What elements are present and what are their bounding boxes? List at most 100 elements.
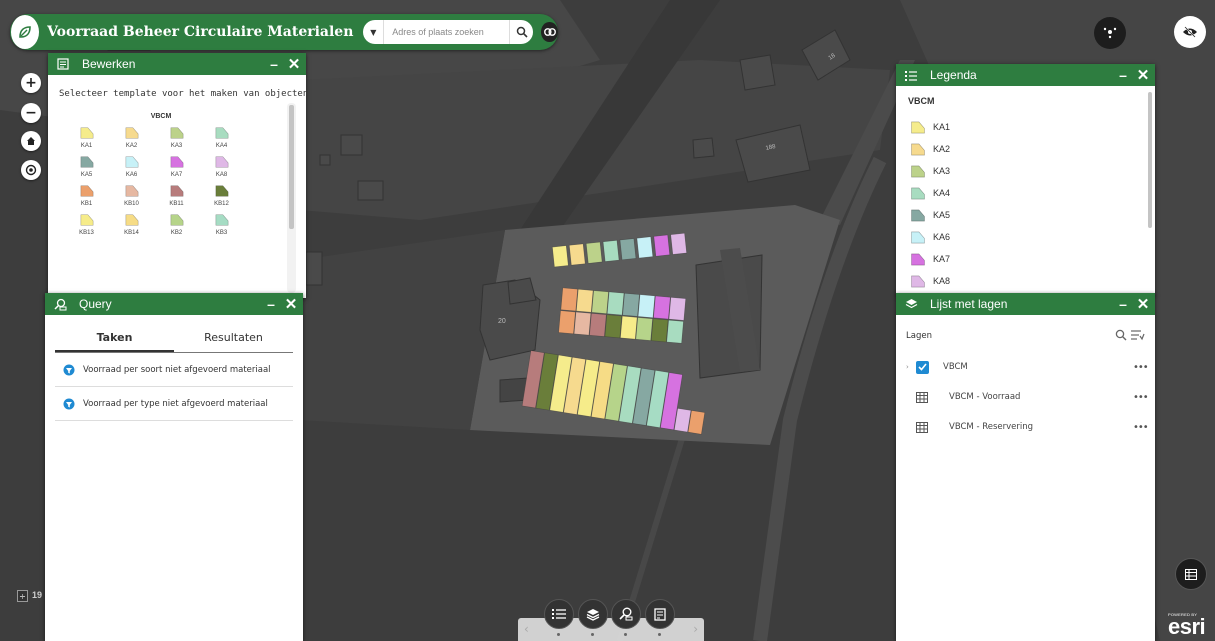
search-input[interactable]	[384, 20, 510, 44]
layers-widget-button[interactable]	[578, 599, 608, 629]
map-feature[interactable]	[573, 311, 592, 336]
map-feature[interactable]	[604, 314, 623, 339]
panel-title: Bewerken	[82, 57, 136, 71]
map-feature[interactable]	[591, 290, 609, 315]
search-icon[interactable]	[1115, 329, 1127, 344]
legend-label: KA7	[933, 254, 951, 264]
tray-prev-icon[interactable]: ‹	[524, 622, 529, 636]
filter-icon	[63, 364, 75, 376]
minimize-button[interactable]: –	[1113, 67, 1133, 83]
more-options-icon[interactable]: •••	[1133, 362, 1155, 373]
template-item[interactable]: KA3	[154, 126, 199, 149]
map-feature[interactable]	[653, 295, 671, 320]
close-button[interactable]: ✕	[284, 55, 304, 73]
home-icon[interactable]	[21, 131, 41, 151]
template-item[interactable]: KA1	[64, 126, 109, 149]
map-feature[interactable]	[575, 288, 594, 313]
filter-list-icon[interactable]	[1131, 329, 1145, 344]
template-item[interactable]: KB1	[64, 184, 109, 207]
map-feature[interactable]	[589, 312, 607, 337]
tray-next-icon[interactable]: ›	[693, 622, 698, 636]
query-task-item[interactable]: Voorraad per type niet afgevoerd materia…	[55, 387, 293, 421]
legend-widget-button[interactable]	[544, 599, 574, 629]
template-item[interactable]: KA2	[109, 126, 154, 149]
map-feature[interactable]	[650, 318, 669, 343]
template-item[interactable]: KB11	[154, 184, 199, 207]
tab-resultaten[interactable]: Resultaten	[174, 331, 293, 352]
layers-heading-row: Lagen	[906, 329, 1145, 343]
zoom-out-button[interactable]: −	[21, 103, 41, 123]
minimize-button[interactable]: –	[264, 56, 284, 72]
scrollbar-thumb[interactable]	[289, 105, 294, 229]
close-button[interactable]: ✕	[281, 295, 301, 313]
template-item[interactable]: KB12	[199, 184, 244, 207]
map-feature[interactable]	[636, 236, 654, 259]
map-feature[interactable]	[619, 238, 637, 261]
search-source-dropdown[interactable]: ▼	[363, 20, 385, 44]
tab-taken[interactable]: Taken	[55, 331, 174, 352]
template-item[interactable]: KA8	[199, 155, 244, 178]
map-feature[interactable]	[568, 243, 586, 266]
query-widget-button[interactable]	[611, 599, 641, 629]
map-feature[interactable]	[551, 245, 569, 268]
tray-indicator-dot	[591, 633, 594, 636]
locate-icon[interactable]	[21, 160, 41, 180]
map-feature[interactable]	[585, 241, 603, 264]
query-panel-header[interactable]: Query – ✕	[45, 293, 303, 315]
scrollbar-thumb[interactable]	[1148, 92, 1152, 228]
minimize-button[interactable]: –	[1113, 296, 1133, 312]
map-feature[interactable]	[635, 317, 653, 341]
layer-item-voorraad[interactable]: VBCM - Voorraad •••	[906, 382, 1155, 412]
attribute-table-icon[interactable]	[1175, 558, 1207, 590]
coordinate-icon[interactable]: ÷	[17, 590, 28, 602]
legend-panel-header[interactable]: Legenda – ✕	[896, 64, 1155, 86]
layer-item-vbcm[interactable]: › VBCM •••	[906, 352, 1155, 382]
template-item[interactable]: KB2	[154, 213, 199, 236]
more-options-icon[interactable]: •••	[1133, 422, 1155, 433]
template-label: KA6	[125, 172, 138, 178]
layer-name: VBCM - Voorraad	[949, 392, 1021, 402]
legend-label: KA4	[933, 188, 951, 198]
template-label: KA2	[125, 143, 138, 149]
zoom-in-button[interactable]: +	[21, 73, 41, 93]
gps-pointer-icon[interactable]	[1094, 17, 1126, 49]
leaf-logo-icon[interactable]	[11, 15, 40, 49]
map-feature[interactable]	[666, 319, 684, 344]
layers-panel-header[interactable]: Lijst met lagen – ✕	[896, 293, 1155, 315]
map-feature[interactable]	[637, 294, 656, 319]
hide-eye-icon[interactable]	[1174, 16, 1206, 48]
template-item[interactable]: KB14	[109, 213, 154, 236]
map-feature[interactable]	[670, 232, 688, 255]
template-item[interactable]: KB13	[64, 213, 109, 236]
template-label: KA3	[170, 143, 183, 149]
link-icon[interactable]	[541, 22, 558, 42]
map-feature[interactable]	[602, 239, 620, 262]
template-item[interactable]: KA5	[64, 155, 109, 178]
minimize-button[interactable]: –	[261, 296, 281, 312]
map-feature[interactable]	[668, 296, 687, 321]
template-item[interactable]: KB10	[109, 184, 154, 207]
template-item[interactable]: KB3	[199, 213, 244, 236]
panel-title: Legenda	[930, 68, 977, 82]
expand-chevron-icon[interactable]: ›	[906, 363, 916, 371]
layer-item-reservering[interactable]: VBCM - Reservering •••	[906, 412, 1155, 442]
template-item[interactable]: KA7	[154, 155, 199, 178]
query-task-item[interactable]: Voorraad per soort niet afgevoerd materi…	[55, 353, 293, 387]
search-icon[interactable]	[509, 20, 533, 44]
edit-panel-header[interactable]: Bewerken – ✕	[48, 53, 306, 75]
template-item[interactable]: KA6	[109, 155, 154, 178]
close-button[interactable]: ✕	[1133, 66, 1153, 84]
map-feature[interactable]	[558, 310, 576, 335]
close-button[interactable]: ✕	[1133, 295, 1153, 313]
map-feature[interactable]	[622, 292, 640, 317]
map-feature[interactable]	[606, 291, 625, 316]
more-options-icon[interactable]: •••	[1133, 392, 1155, 403]
template-item[interactable]: KA4	[199, 126, 244, 149]
template-label: KB11	[169, 201, 184, 207]
map-feature[interactable]	[620, 315, 638, 340]
tray-indicator-dot	[557, 633, 560, 636]
edit-widget-button[interactable]	[645, 599, 675, 629]
layer-visibility-checkbox[interactable]	[916, 360, 929, 374]
map-feature[interactable]	[653, 234, 671, 257]
map-feature[interactable]	[560, 287, 579, 312]
